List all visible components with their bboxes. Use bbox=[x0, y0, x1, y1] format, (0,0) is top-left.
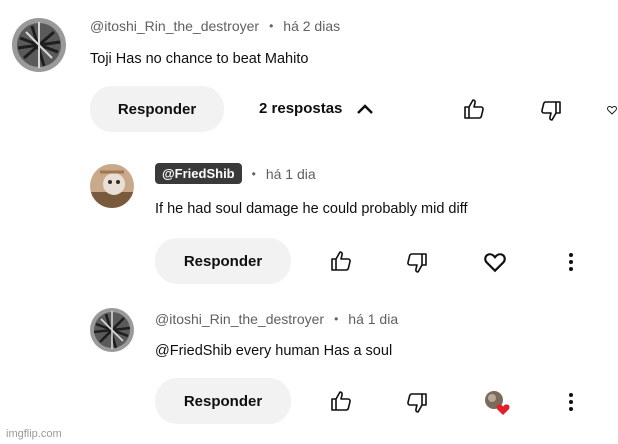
reply-meta: @FriedShib • há 1 dia bbox=[155, 163, 316, 184]
meta-separator: • bbox=[269, 19, 274, 33]
comment-author-handle[interactable]: @itoshi_Rin_the_destroyer bbox=[90, 18, 259, 34]
reply-author-avatar[interactable] bbox=[90, 308, 134, 352]
heart-icon bbox=[607, 106, 617, 115]
reply-meta: @itoshi_Rin_the_destroyer • há 1 dia bbox=[155, 311, 398, 327]
reply-author-handle[interactable]: @itoshi_Rin_the_destroyer bbox=[155, 311, 324, 327]
more-options-button[interactable] bbox=[558, 249, 584, 275]
thumbs-down-icon bbox=[541, 101, 561, 121]
heart-icon bbox=[484, 253, 506, 273]
comment-meta: @itoshi_Rin_the_destroyer • há 2 dias bbox=[90, 18, 340, 34]
like-button[interactable] bbox=[328, 388, 354, 414]
imgflip-watermark: imgflip.com bbox=[6, 428, 62, 440]
thumbs-down-icon bbox=[407, 253, 427, 273]
like-button[interactable] bbox=[461, 96, 487, 122]
thumbs-down-icon bbox=[407, 393, 427, 413]
reply-author-avatar[interactable] bbox=[90, 164, 134, 208]
reply-button[interactable]: Responder bbox=[90, 86, 224, 132]
like-button[interactable] bbox=[328, 248, 354, 274]
thumbs-up-icon bbox=[331, 251, 351, 271]
thumbs-up-icon bbox=[464, 99, 484, 119]
more-vert-icon bbox=[569, 253, 573, 271]
reply-button[interactable]: Responder bbox=[155, 378, 291, 424]
reply-button[interactable]: Responder bbox=[155, 238, 291, 284]
replies-toggle[interactable]: 2 respostas bbox=[259, 100, 374, 117]
chevron-up-icon bbox=[357, 103, 374, 114]
reply-author-handle[interactable]: @FriedShib bbox=[155, 163, 242, 184]
comment-text: Toji Has no chance to beat Mahito bbox=[90, 51, 309, 67]
creator-heart-icon bbox=[485, 391, 510, 415]
more-options-button[interactable] bbox=[558, 389, 584, 415]
comment-timestamp[interactable]: há 2 dias bbox=[283, 18, 340, 34]
dislike-button[interactable] bbox=[538, 98, 564, 124]
replies-count-label: 2 respostas bbox=[259, 100, 343, 117]
more-vert-icon bbox=[569, 393, 573, 411]
reply-text: If he had soul damage he could probably … bbox=[155, 201, 468, 217]
heart-button[interactable] bbox=[482, 249, 508, 275]
thumbs-up-icon bbox=[331, 391, 351, 411]
heart-button-partial[interactable] bbox=[606, 97, 618, 123]
comment-author-avatar[interactable] bbox=[12, 18, 66, 72]
reply-text: @FriedShib every human Has a soul bbox=[155, 343, 393, 359]
reply-timestamp[interactable]: há 1 dia bbox=[266, 166, 316, 182]
meta-separator: • bbox=[251, 166, 256, 181]
creator-heart-badge[interactable] bbox=[482, 388, 512, 418]
reply-timestamp[interactable]: há 1 dia bbox=[348, 311, 398, 327]
meta-separator: • bbox=[334, 312, 339, 326]
dislike-button[interactable] bbox=[404, 250, 430, 276]
dislike-button[interactable] bbox=[404, 390, 430, 416]
